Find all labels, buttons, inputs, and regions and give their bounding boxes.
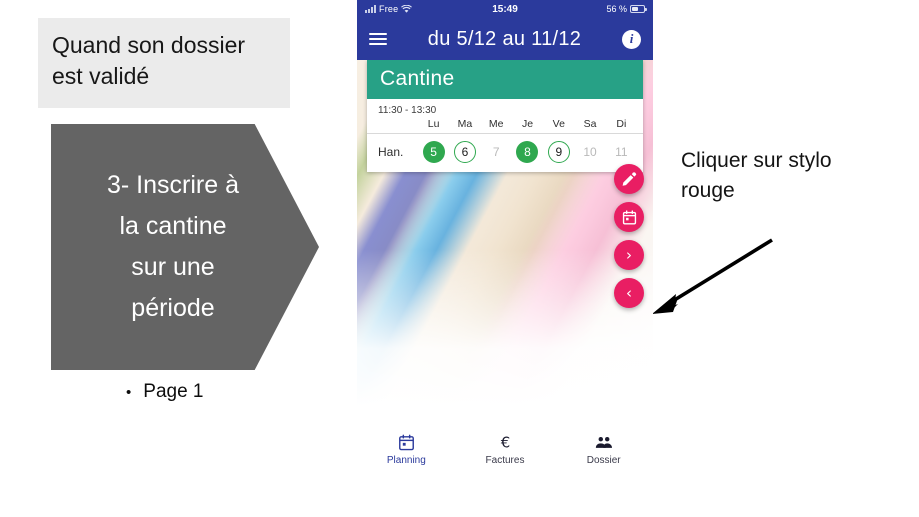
cantine-time-range: 11:30 - 13:30 xyxy=(378,105,437,116)
day-name-ma: Ma xyxy=(457,118,473,130)
child-name-label: Han. xyxy=(378,145,404,159)
step-arrow-shape: 3- Inscrire à la cantine sur une période xyxy=(51,124,319,370)
day-cell-11[interactable]: 11 xyxy=(606,141,637,163)
nav-item-planning[interactable]: Planning xyxy=(357,434,456,466)
phone-screen: Free 15:49 56 % du 5/12 au 11/12 i Canti… xyxy=(357,0,653,517)
app-bar: du 5/12 au 11/12 i xyxy=(357,18,653,60)
day-name-lu: Lu xyxy=(427,118,440,130)
nav-item-factures[interactable]: € Factures xyxy=(456,433,555,466)
pencil-icon xyxy=(622,172,637,186)
edit-pencil-fab[interactable] xyxy=(614,164,644,194)
cantine-card-title: Cantine xyxy=(367,60,643,99)
bullet-dot-icon: • xyxy=(126,384,132,401)
day-cell-6[interactable]: 6 xyxy=(449,141,480,163)
day-name-di: Di xyxy=(616,118,627,130)
hamburger-menu-icon[interactable] xyxy=(369,33,387,45)
next-period-fab[interactable]: › xyxy=(614,240,644,270)
nav-item-dossier[interactable]: Dossier xyxy=(554,434,653,466)
bottom-navigation: Planning € Factures Dossier xyxy=(357,427,653,472)
fab-column: › ‹ xyxy=(614,164,644,308)
chevron-left-icon: ‹ xyxy=(626,283,632,302)
battery-percent-label: 56 % xyxy=(606,4,627,14)
calendar-day-names-row: Lu Ma Me Je Ve Sa Di xyxy=(367,118,643,134)
calendar-fab[interactable] xyxy=(614,202,644,232)
day-cell-7[interactable]: 7 xyxy=(481,141,512,163)
bullet-line: • Page 1 xyxy=(126,381,204,403)
callout-label: Cliquer sur stylo rouge xyxy=(681,149,832,202)
people-icon xyxy=(594,434,614,452)
day-pill-9[interactable]: 9 xyxy=(547,141,570,163)
day-cell-5[interactable]: 5 xyxy=(418,141,449,163)
day-name-ve: Ve xyxy=(552,118,565,130)
day-name-je: Je xyxy=(521,118,534,130)
chevron-right-icon: › xyxy=(626,245,632,264)
status-bar: Free 15:49 56 % xyxy=(357,0,653,18)
calendar-days-row: Han. 5 6 7 8 9 10 11 xyxy=(367,134,643,172)
info-icon[interactable]: i xyxy=(622,29,641,49)
day-pill-10[interactable]: 10 xyxy=(579,141,601,163)
status-bar-right: 56 % xyxy=(606,4,647,14)
day-cell-10[interactable]: 10 xyxy=(574,141,605,163)
cantine-card[interactable]: Cantine 11:30 - 13:30 Lu Ma Me Je Ve Sa … xyxy=(367,60,643,172)
day-pill-8[interactable]: 8 xyxy=(516,141,539,163)
day-pill-6[interactable]: 6 xyxy=(453,141,476,163)
calendar-icon xyxy=(398,434,415,452)
nav-label-dossier: Dossier xyxy=(586,454,621,466)
bullet-label: Page 1 xyxy=(143,381,204,402)
day-pill-11[interactable]: 11 xyxy=(610,141,632,163)
euro-icon: € xyxy=(497,433,514,452)
day-cell-8[interactable]: 8 xyxy=(512,141,543,163)
app-bar-title: du 5/12 au 11/12 xyxy=(427,27,582,50)
day-pill-7[interactable]: 7 xyxy=(485,141,507,163)
note-box: Quand son dossier est validé xyxy=(38,18,290,108)
previous-period-fab[interactable]: ‹ xyxy=(614,278,644,308)
note-box-text: Quand son dossier est validé xyxy=(52,32,246,89)
day-name-sa: Sa xyxy=(583,118,597,130)
day-pill-5[interactable]: 5 xyxy=(422,141,445,163)
callout-arrow-icon xyxy=(652,238,773,314)
nav-label-factures: Factures xyxy=(485,454,525,466)
step-arrow-label: 3- Inscrire à la cantine sur une période xyxy=(107,171,239,322)
nav-label-planning: Planning xyxy=(386,454,426,466)
phone-content: Cantine 11:30 - 13:30 Lu Ma Me Je Ve Sa … xyxy=(357,60,653,472)
svg-text:€: € xyxy=(500,433,509,451)
calendar-icon xyxy=(622,209,636,224)
battery-icon xyxy=(630,5,647,13)
day-cell-9[interactable]: 9 xyxy=(543,141,574,163)
day-name-me: Me xyxy=(488,118,504,130)
